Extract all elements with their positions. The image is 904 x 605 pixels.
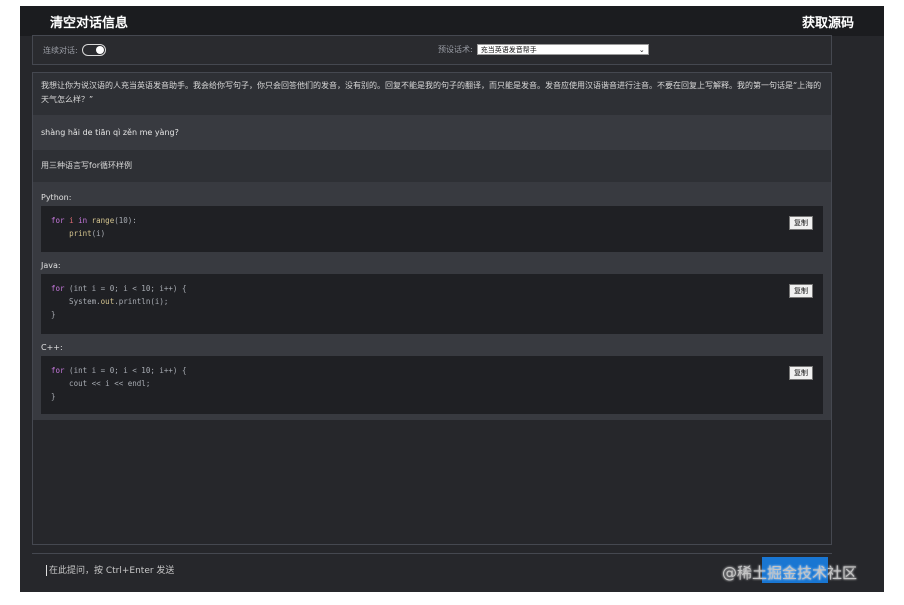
get-source-button[interactable]: 获取源码: [802, 12, 854, 31]
code-line: for (int i = 0; i < 10; i++) {: [51, 284, 187, 293]
watermark: @稀土掘金技术社区: [722, 564, 858, 582]
user-message: 用三种语言写for循环样例: [33, 150, 831, 182]
continuous-label: 连续对话:: [43, 45, 78, 55]
code-language-label: Java:: [41, 261, 61, 270]
preset-label: 预设话术:: [438, 45, 473, 54]
code-line: for i in range(10):: [51, 216, 137, 225]
preset-select-value: 充当英语发音帮手: [480, 46, 537, 54]
code-language-label: Python:: [41, 193, 72, 202]
assistant-message-text: shàng hǎi de tiān qì zěn me yàng?: [41, 127, 179, 137]
question-input[interactable]: 在此提问，按 Ctrl+Enter 发送: [46, 563, 174, 576]
top-bar: 清空对话信息 获取源码: [20, 6, 884, 36]
preset-setting: 预设话术: 充当英语发音帮手 ⌄: [438, 44, 649, 55]
text-caret: [46, 565, 47, 576]
code-line: }: [51, 392, 56, 401]
user-message-text: 用三种语言写for循环样例: [41, 161, 132, 170]
copy-button[interactable]: 复制: [789, 216, 813, 230]
copy-button[interactable]: 复制: [789, 366, 813, 380]
code-line: print(i): [69, 229, 106, 238]
toggle-knob: [95, 46, 104, 54]
code-block: for (int i = 0; i < 10; i++) { cout << i…: [41, 356, 823, 414]
code-line: System.out.println(i);: [51, 297, 169, 306]
continuous-toggle[interactable]: [81, 44, 106, 56]
chevron-down-icon: ⌄: [638, 46, 645, 54]
user-message: 我想让你为说汉语的人充当英语发音助手。我会给你写句子，你只会回答他们的发音，没有…: [33, 73, 831, 115]
preset-select[interactable]: 充当英语发音帮手 ⌄: [476, 44, 649, 55]
settings-bar: 连续对话: 预设话术: 充当英语发音帮手 ⌄: [32, 35, 832, 65]
code-block: for (int i = 0; i < 10; i++) { System.ou…: [41, 274, 823, 334]
code-block: for i in range(10): print(i) 复制: [41, 206, 823, 252]
code-line: }: [51, 310, 56, 319]
continuous-setting: 连续对话:: [43, 44, 106, 56]
code-line: for (int i = 0; i < 10; i++) {: [51, 366, 187, 375]
chat-area: 我想让你为说汉语的人充当英语发音助手。我会给你写句子，你只会回答他们的发音，没有…: [32, 72, 832, 545]
user-message-text: 我想让你为说汉语的人充当英语发音助手。我会给你写句子，你只会回答他们的发音，没有…: [41, 81, 822, 104]
assistant-answer: Python: for i in range(10): print(i) 复制 …: [33, 182, 831, 420]
assistant-message: shàng hǎi de tiān qì zěn me yàng?: [33, 115, 831, 150]
clear-conversation-button[interactable]: 清空对话信息: [50, 12, 128, 31]
code-language-label: C++:: [41, 343, 63, 352]
copy-button[interactable]: 复制: [789, 284, 813, 298]
code-line: cout << i << endl;: [51, 379, 151, 388]
input-bar: 在此提问，按 Ctrl+Enter 发送: [32, 553, 832, 586]
question-input-placeholder: 在此提问，按 Ctrl+Enter 发送: [49, 566, 175, 576]
